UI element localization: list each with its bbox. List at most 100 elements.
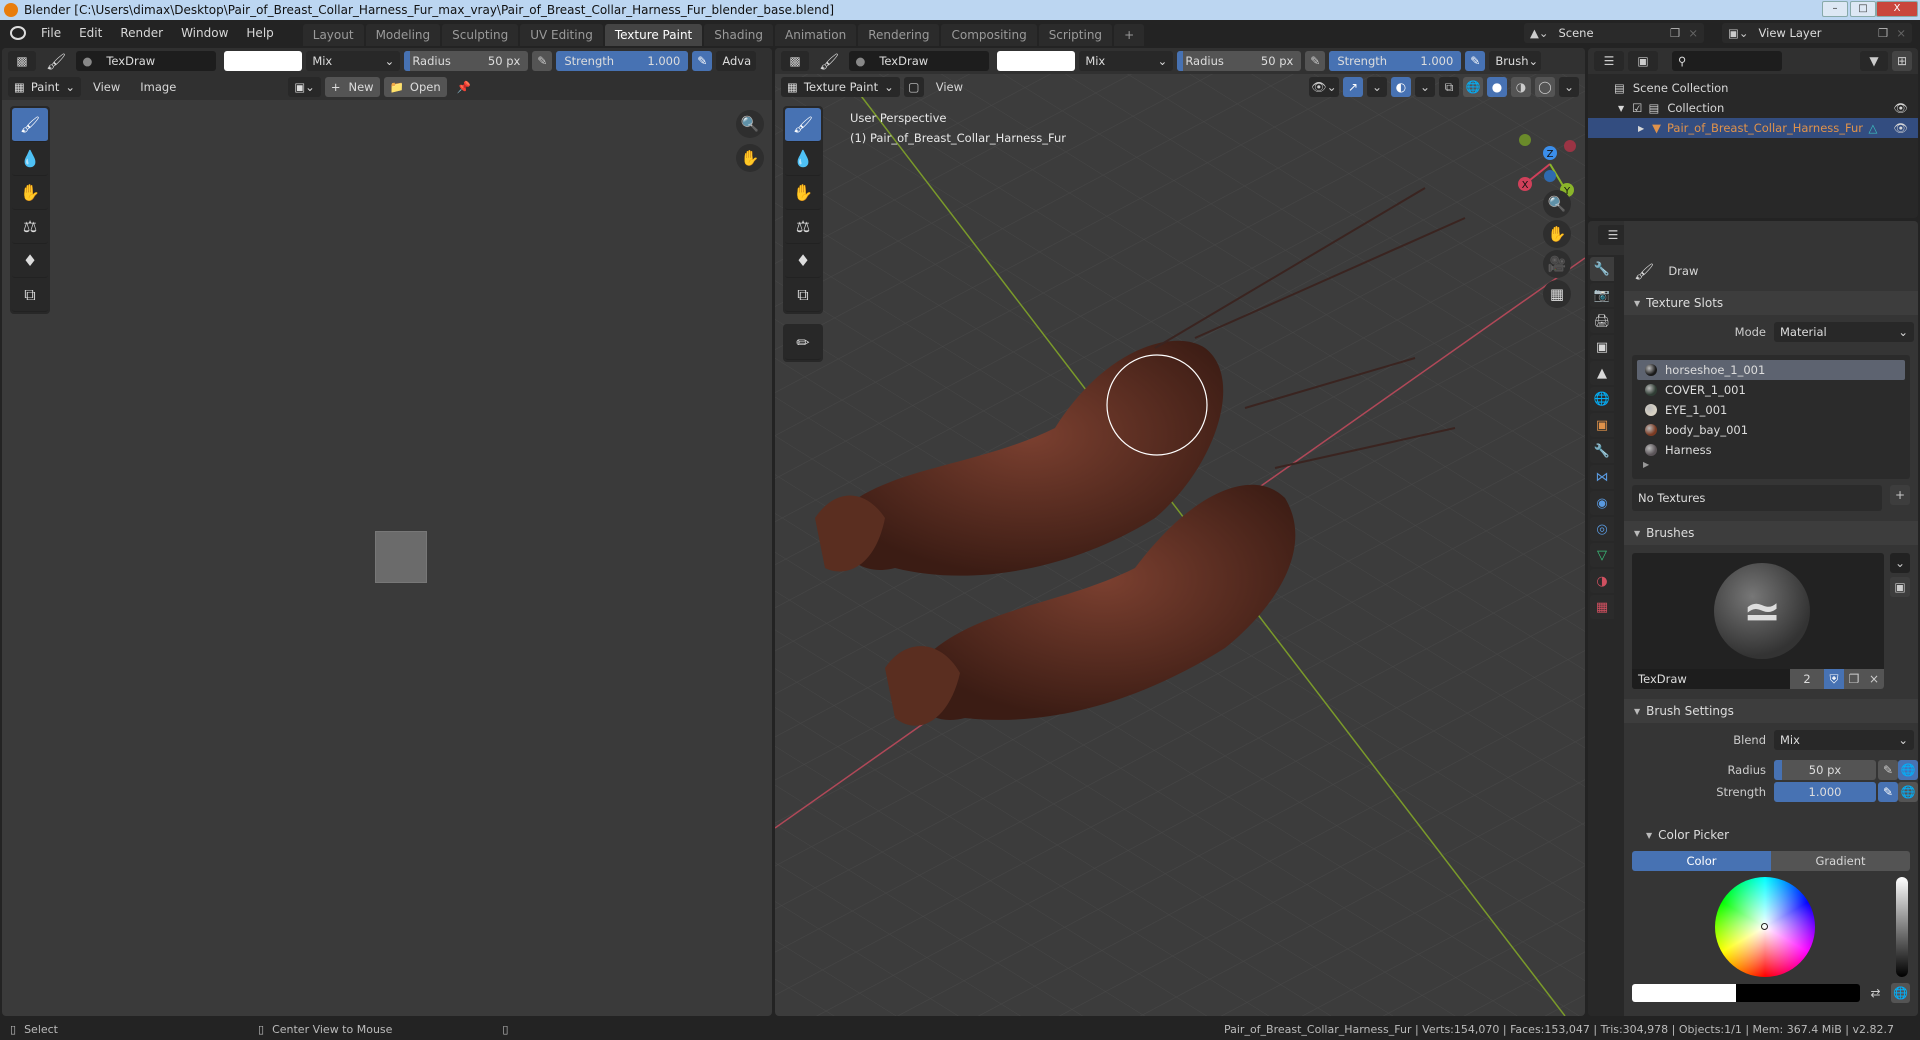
tab-sculpting[interactable]: Sculpting <box>442 24 519 46</box>
tab-texture-icon[interactable]: ▦ <box>1590 595 1614 619</box>
tab-output-icon[interactable]: 🖨 <box>1590 309 1614 333</box>
radius-pressure-icon[interactable]: ✎ <box>1878 760 1898 780</box>
menu-render[interactable]: Render <box>111 26 172 40</box>
brush-selector[interactable]: ● TexDraw <box>849 51 990 71</box>
tab-modifier-icon[interactable]: 🔧 <box>1590 439 1614 463</box>
view-layer-new-icon[interactable]: ❐ <box>1878 26 1888 40</box>
brush-menu[interactable]: Brush ⌄ <box>1489 51 1542 71</box>
outliner-row-object[interactable]: ▶ ▼ Pair_of_Breast_Collar_Harness_Fur △ 👁 <box>1588 118 1918 138</box>
tab-render-icon[interactable]: 📷 <box>1590 283 1614 307</box>
pan-hand-icon[interactable]: ✋ <box>1543 220 1571 248</box>
tab-constraints-icon[interactable]: ◎ <box>1590 517 1614 541</box>
gizmo-toggle-icon[interactable]: ↗ <box>1343 77 1363 97</box>
neg-x-axis-icon[interactable] <box>1564 140 1576 152</box>
pan-hand-icon[interactable]: ✋ <box>736 144 764 172</box>
tab-world-icon[interactable]: 🌐 <box>1590 387 1614 411</box>
draw-tool-icon[interactable]: 🖌 <box>785 108 821 142</box>
menu-view[interactable]: View <box>928 80 971 94</box>
editor-type-icon[interactable]: ▩ <box>781 51 809 71</box>
new-collection-icon[interactable]: ⊞ <box>1892 51 1912 71</box>
menu-file[interactable]: File <box>32 26 70 40</box>
tab-texture-paint[interactable]: Texture Paint <box>604 24 703 46</box>
clone-tool-icon[interactable]: ⚖ <box>12 210 48 244</box>
shading-rendered-icon[interactable]: ◯ <box>1535 77 1555 97</box>
color-unified-icon[interactable]: 🌐 <box>1891 983 1910 1003</box>
tab-data-icon[interactable]: ▽ <box>1590 543 1614 567</box>
radius-unit-icon[interactable]: 🌐 <box>1898 760 1918 780</box>
overlay-dropdown-icon[interactable]: ⌄ <box>1415 77 1435 97</box>
smear-tool-icon[interactable]: ✋ <box>785 176 821 210</box>
strength-pressure-icon[interactable]: ✎ <box>1878 782 1898 802</box>
scene-selector[interactable]: ▲⌄ Scene ❐ × <box>1524 23 1704 43</box>
swap-colors-icon[interactable]: ⇄ <box>1866 983 1885 1003</box>
blend-mode-select[interactable]: Mix ⌄ <box>306 51 401 71</box>
strength-pressure-icon[interactable]: ✎ <box>692 51 713 71</box>
tab-tool-icon[interactable]: 🔧 <box>1590 257 1614 281</box>
mask-tool-icon[interactable]: ⧉ <box>12 278 48 312</box>
mask-tool-icon[interactable]: ⧉ <box>785 278 821 312</box>
mode-select[interactable]: ▦ Paint ⌄ <box>8 77 81 97</box>
tab-uv-editing[interactable]: UV Editing <box>520 24 603 46</box>
smear-tool-icon[interactable]: ✋ <box>12 176 48 210</box>
outliner-search-input[interactable]: ⚲ <box>1672 51 1782 71</box>
tab-object-icon[interactable]: ▣ <box>1590 413 1614 437</box>
pin-icon[interactable]: 📌 <box>457 80 471 94</box>
value-slider[interactable] <box>1896 877 1908 977</box>
outliner-type-icon[interactable]: ☰ <box>1594 51 1624 71</box>
draw-tool-icon[interactable]: 🖌 <box>12 108 48 142</box>
tab-physics-icon[interactable]: ◉ <box>1590 491 1614 515</box>
color-wheel-cursor[interactable] <box>1761 923 1768 930</box>
radius-slider[interactable]: Radius 50 px <box>1177 51 1302 71</box>
annotate-tool-icon[interactable]: ✏ <box>785 326 821 360</box>
unlink-brush-icon[interactable]: × <box>1864 669 1884 689</box>
minimize-button[interactable]: – <box>1822 1 1848 17</box>
display-mode-icon[interactable]: ▣ <box>1628 51 1658 71</box>
radius-slider[interactable]: Radius 50 px <box>404 51 529 71</box>
expand-arrow-icon[interactable]: ▶ <box>1638 124 1644 133</box>
view-layer-selector[interactable]: ▣⌄ View Layer ❐ × <box>1722 23 1912 43</box>
mesh-data-icon[interactable]: △ <box>1869 121 1878 135</box>
soften-tool-icon[interactable]: 💧 <box>785 142 821 176</box>
brush-selector[interactable]: ● TexDraw <box>76 51 217 71</box>
tab-modeling[interactable]: Modeling <box>365 24 441 46</box>
tab-gradient[interactable]: Gradient <box>1771 851 1910 871</box>
texture-slot-item[interactable]: horseshoe_1_001 <box>1637 360 1905 380</box>
strength-pressure-icon[interactable]: ✎ <box>1465 51 1486 71</box>
ortho-toggle-icon[interactable]: ▦ <box>1543 280 1571 308</box>
menu-view[interactable]: View <box>85 80 128 94</box>
strength-slider[interactable]: Strength 1.000 <box>1329 51 1462 71</box>
tab-shading[interactable]: Shading <box>704 24 773 46</box>
tab-view-layer-icon[interactable]: ▣ <box>1590 335 1614 359</box>
soften-tool-icon[interactable]: 💧 <box>12 142 48 176</box>
blend-mode-select[interactable]: Mix ⌄ <box>1079 51 1174 71</box>
navigation-gizmo[interactable]: Z X Y <box>1495 114 1585 214</box>
clone-tool-icon[interactable]: ⚖ <box>785 210 821 244</box>
radius-pressure-icon[interactable]: ✎ <box>532 51 553 71</box>
add-texture-button[interactable]: + <box>1890 485 1910 505</box>
overlay-toggle-icon[interactable]: ◐ <box>1391 77 1411 97</box>
mask-toggle-icon[interactable]: ▢ <box>903 77 924 97</box>
brush-settings-panel-header[interactable]: ▼ Brush Settings <box>1624 699 1918 723</box>
scene-new-icon[interactable]: ❐ <box>1670 26 1680 40</box>
blend-select[interactable]: Mix ⌄ <box>1774 730 1914 750</box>
brush-color-swatch[interactable] <box>224 51 303 71</box>
tab-compositing[interactable]: Compositing <box>941 24 1037 46</box>
filter-icon[interactable]: ▼ <box>1860 51 1888 71</box>
new-image-button[interactable]: + New <box>324 77 380 97</box>
tab-scripting[interactable]: Scripting <box>1038 24 1113 46</box>
outliner-row-scene-collection[interactable]: ▤ Scene Collection <box>1588 78 1918 98</box>
neg-z-axis-icon[interactable] <box>1544 170 1556 182</box>
menu-image[interactable]: Image <box>132 80 184 94</box>
tab-animation[interactable]: Animation <box>775 24 857 46</box>
brushes-panel-header[interactable]: ▼ Brushes <box>1624 521 1918 545</box>
blender-menu-icon[interactable] <box>10 26 26 40</box>
brush-name-field[interactable]: TexDraw <box>1632 669 1790 689</box>
xray-toggle-icon[interactable]: ⧉ <box>1439 77 1459 97</box>
tab-color[interactable]: Color <box>1632 851 1771 871</box>
color-picker-panel-header[interactable]: ▼ Color Picker <box>1624 823 1918 847</box>
camera-view-icon[interactable]: 🎥 <box>1543 250 1571 278</box>
strength-unit-icon[interactable]: 🌐 <box>1898 782 1918 802</box>
add-workspace-button[interactable]: + <box>1114 24 1145 46</box>
maximize-button[interactable]: □ <box>1850 1 1876 17</box>
strength-slider[interactable]: 1.000 <box>1774 782 1876 802</box>
